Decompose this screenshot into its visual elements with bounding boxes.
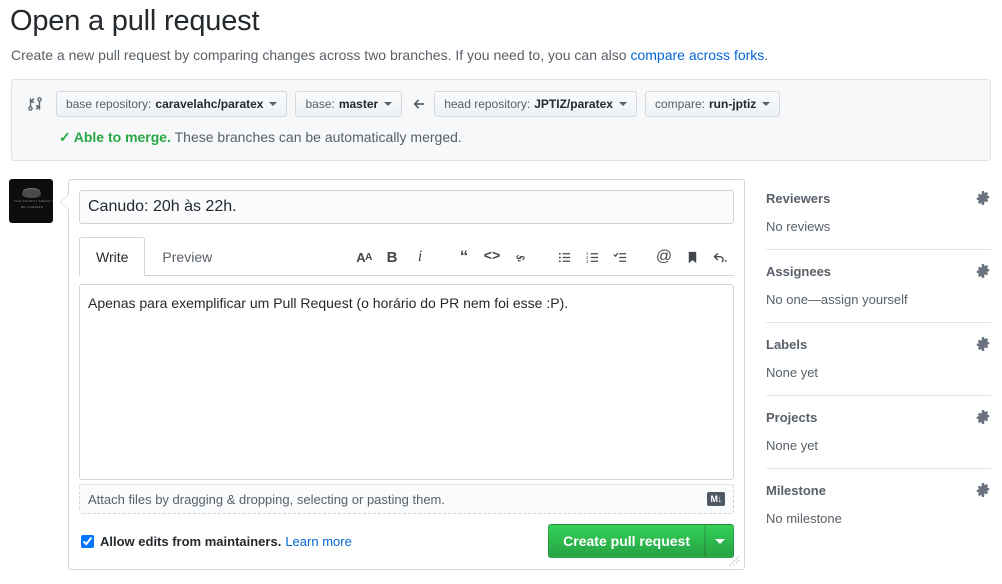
gear-icon[interactable] (975, 190, 991, 206)
chevron-down-icon (269, 102, 278, 106)
comment-box: Write Preview AA B i “ <> (60, 179, 745, 570)
sidebar-value-projects: None yet (766, 438, 819, 453)
sidebar-title-assignees: Assignees (766, 263, 832, 279)
head-repository-select[interactable]: head repository: JPTIZ/paratex (434, 91, 637, 117)
page-title: Open a pull request (10, 5, 260, 37)
sidebar-title-labels: Labels (766, 336, 808, 352)
pull-request-body-textarea[interactable] (79, 284, 734, 480)
base-repository-label: base repository: (66, 97, 152, 111)
sidebar-value-milestone: No milestone (766, 511, 842, 526)
git-compare-icon (24, 93, 46, 115)
tab-preview[interactable]: Preview (145, 237, 229, 276)
sidebar-value-assignees: No one—assign yourself (766, 291, 991, 309)
compare-branches-panel: base repository: caravelahc/paratex base… (11, 79, 991, 161)
chevron-down-icon (714, 538, 725, 544)
pull-request-title-input[interactable] (79, 190, 734, 224)
reply-icon[interactable] (706, 245, 734, 269)
sidebar-header-projects: Projects (766, 409, 991, 425)
unordered-list-icon[interactable] (550, 245, 578, 269)
allow-edits-label: Allow edits from maintainers. (100, 533, 282, 549)
heading-icon[interactable]: AA (350, 245, 378, 269)
comment-tail-fill (61, 194, 70, 210)
chevron-down-icon (762, 102, 771, 106)
gear-icon[interactable] (975, 263, 991, 279)
avatar-logo-icon (22, 189, 41, 198)
page-subtitle: Create a new pull request by comparing c… (11, 45, 768, 65)
assign-yourself-text[interactable]: No one—assign yourself (766, 292, 908, 307)
base-branch-select[interactable]: base: master (295, 91, 403, 117)
compare-branch-value: run-jptiz (708, 97, 757, 111)
chevron-down-icon (618, 102, 627, 106)
learn-more-link[interactable]: Learn more (285, 534, 351, 549)
create-pull-request-group: Create pull request (548, 524, 734, 558)
avatar-logo-text-bottom: BE CARRIED (21, 205, 44, 209)
pull-request-sidebar: Reviewers No reviews Assignees No one—as… (766, 190, 991, 554)
pull-request-form: Write Preview AA B i “ <> (60, 179, 745, 570)
sidebar-section-reviewers: Reviewers No reviews (766, 190, 991, 250)
sidebar-title-reviewers: Reviewers (766, 190, 831, 206)
sidebar-title-milestone: Milestone (766, 482, 826, 498)
allow-edits-row[interactable]: Allow edits from maintainers. Learn more (79, 534, 352, 549)
sidebar-header-assignees: Assignees (766, 263, 991, 279)
sidebar-value-reviewers: No reviews (766, 219, 831, 234)
saved-replies-icon[interactable] (678, 245, 706, 269)
avatar-logo-text-top: THE PATIENT SEEKS TO (14, 199, 53, 203)
write-preview-tabs: Write Preview AA B i “ <> 1 2 3 @ (79, 236, 734, 276)
mention-icon[interactable]: @ (650, 245, 678, 269)
allow-edits-checkbox[interactable] (81, 534, 94, 548)
attach-files-bar[interactable]: Attach files by dragging & dropping, sel… (79, 484, 734, 514)
merge-status: ✓ Able to merge. These branches can be au… (59, 127, 462, 147)
compare-branch-select[interactable]: compare: run-jptiz (644, 91, 781, 117)
sidebar-header-milestone: Milestone (766, 482, 991, 498)
sidebar-section-labels: Labels None yet (766, 336, 991, 396)
sidebar-section-assignees: Assignees No one—assign yourself (766, 263, 991, 323)
gear-icon[interactable] (975, 336, 991, 352)
chevron-down-icon (384, 102, 393, 106)
sidebar-value-labels: None yet (766, 365, 819, 380)
branch-selector-row: base repository: caravelahc/paratex base… (24, 91, 788, 117)
title-field-row (69, 180, 744, 224)
sidebar-section-milestone: Milestone No milestone (766, 482, 991, 541)
markdown-icon[interactable]: M↓ (707, 492, 725, 506)
base-repository-value: caravelahc/paratex (155, 97, 264, 111)
base-repository-select[interactable]: base repository: caravelahc/paratex (56, 91, 288, 117)
form-actions: Allow edits from maintainers. Learn more… (79, 524, 734, 569)
svg-text:3: 3 (585, 259, 588, 264)
gear-icon[interactable] (975, 409, 991, 425)
attach-files-text: Attach files by dragging & dropping, sel… (88, 491, 445, 507)
bold-icon[interactable]: B (378, 245, 406, 269)
open-pull-request-page: Open a pull request Create a new pull re… (0, 0, 1002, 584)
merge-status-text: These branches can be automatically merg… (174, 129, 462, 145)
check-icon: ✓ (59, 129, 71, 145)
quote-icon[interactable]: “ (450, 245, 478, 269)
create-pull-request-button[interactable]: Create pull request (548, 524, 705, 558)
arrow-left-icon (412, 97, 426, 111)
tab-write[interactable]: Write (79, 237, 146, 276)
comment-body-area (69, 276, 744, 567)
create-pull-request-dropdown[interactable] (705, 524, 734, 558)
base-branch-label: base: (305, 97, 335, 111)
task-list-icon[interactable] (606, 245, 634, 269)
ordered-list-icon[interactable]: 1 2 3 (578, 245, 606, 269)
sidebar-header-labels: Labels (766, 336, 991, 352)
compare-across-forks-link[interactable]: compare across forks (630, 47, 764, 63)
avatar: THE PATIENT SEEKS TO BE CARRIED (9, 179, 53, 223)
merge-status-strong: Able to merge. (73, 129, 171, 145)
sidebar-header-reviewers: Reviewers (766, 190, 991, 206)
page-subtitle-text: Create a new pull request by comparing c… (11, 47, 631, 63)
head-repository-value: JPTIZ/paratex (534, 97, 613, 111)
sidebar-title-projects: Projects (766, 409, 818, 425)
base-branch-value: master (338, 97, 379, 111)
page-subtitle-suffix: . (764, 47, 769, 63)
code-icon[interactable]: <> (478, 245, 506, 269)
compare-branch-label: compare: (654, 97, 705, 111)
link-icon[interactable] (506, 245, 534, 269)
sidebar-section-projects: Projects None yet (766, 409, 991, 469)
italic-icon[interactable]: i (406, 245, 434, 269)
markdown-toolbar: AA B i “ <> 1 2 3 @ (350, 245, 734, 269)
gear-icon[interactable] (975, 482, 991, 498)
head-repository-label: head repository: (444, 97, 531, 111)
